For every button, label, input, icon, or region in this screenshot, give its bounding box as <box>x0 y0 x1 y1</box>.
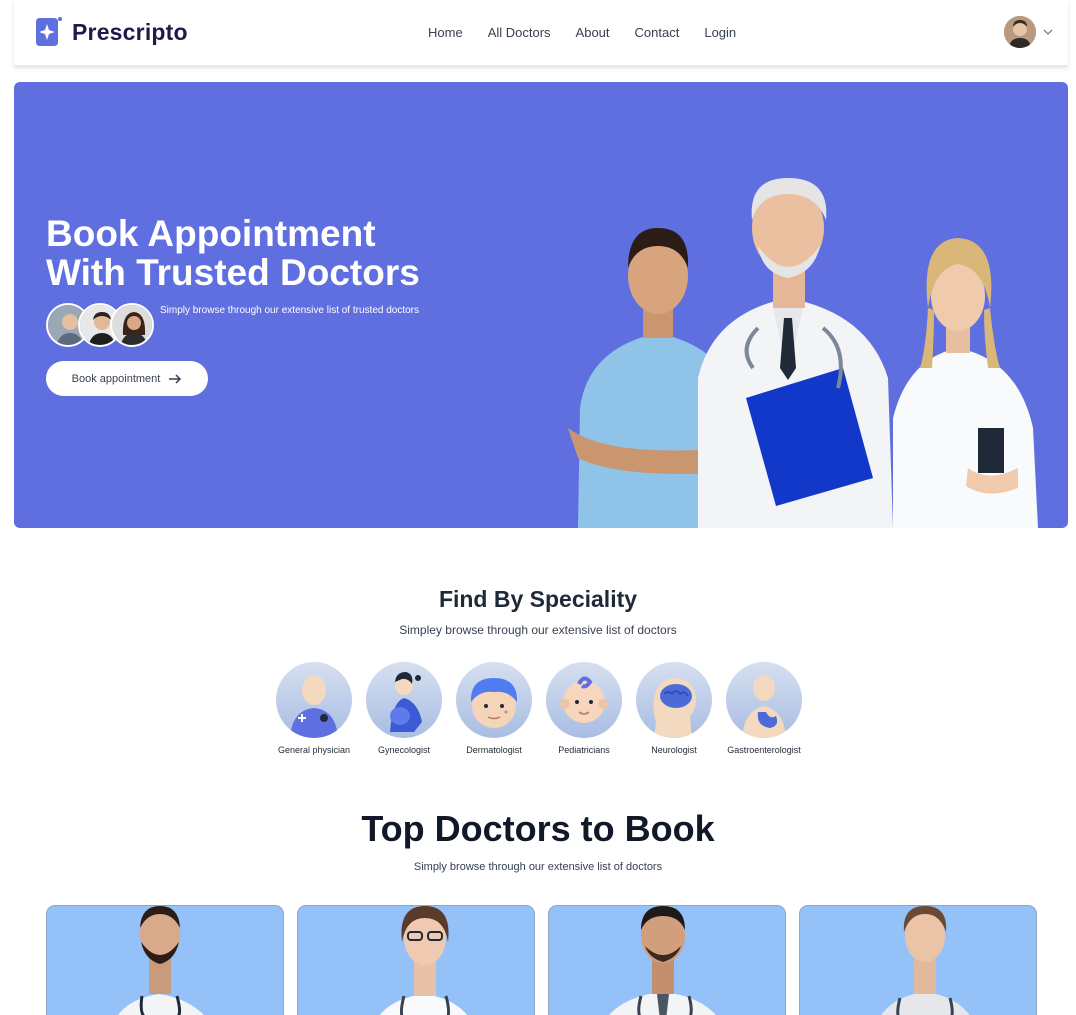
speciality-label: Gastroenterologist <box>727 745 801 755</box>
doctors-grid <box>46 905 1037 1015</box>
nav-about[interactable]: About <box>576 25 610 40</box>
gynecologist-icon <box>366 662 442 738</box>
speciality-gynecologist[interactable]: Gynecologist <box>366 662 442 755</box>
doctor-card[interactable] <box>297 905 535 1015</box>
book-appointment-label: Book appointment <box>71 372 161 385</box>
book-appointment-button[interactable]: Book appointment <box>46 361 208 396</box>
hero-doctors-image <box>568 178 1038 528</box>
nav-contact[interactable]: Contact <box>635 25 680 40</box>
top-doctors-subtitle: Simply browse through our extensive list… <box>413 861 663 873</box>
general-physician-icon <box>276 662 352 738</box>
dermatologist-icon <box>456 662 532 738</box>
speciality-general-physician[interactable]: General physician <box>276 662 352 755</box>
navbar: Prescripto Home All Doctors About Contac… <box>14 0 1068 66</box>
hero-banner: Book Appointment With Trusted Doctors Si… <box>14 82 1068 528</box>
doctor-card[interactable] <box>548 905 786 1015</box>
speciality-label: Dermatologist <box>466 745 522 755</box>
nav-login[interactable]: Login <box>704 25 736 40</box>
logo-icon <box>36 17 62 46</box>
gastroenterologist-icon <box>726 662 802 738</box>
profile-menu[interactable] <box>1004 16 1054 48</box>
brand-logo[interactable]: Prescripto <box>30 15 188 49</box>
speciality-gastroenterologist[interactable]: Gastroenterologist <box>726 662 802 755</box>
doctor-photo <box>609 906 716 1015</box>
brand-name: Prescripto <box>72 18 188 45</box>
speciality-subtitle: Simpley browse through our extensive lis… <box>399 623 677 637</box>
speciality-label: Gynecologist <box>377 745 431 755</box>
hero-group-avatars <box>46 303 154 347</box>
hero-title: Book Appointment With Trusted Doctors <box>46 214 420 292</box>
arrow-right-icon <box>169 373 182 384</box>
speciality-label: General physician <box>277 745 351 755</box>
hero-title-line2: With Trusted Doctors <box>46 252 420 293</box>
nav-all-doctors[interactable]: All Doctors <box>488 25 551 40</box>
doctor-photo <box>881 906 970 1015</box>
speciality-label: Pediatricians <box>558 745 610 755</box>
doctor-photo <box>379 906 468 1015</box>
group-avatar-3 <box>110 303 154 347</box>
speciality-neurologist[interactable]: Neurologist <box>636 662 712 755</box>
pediatricians-icon <box>546 662 622 738</box>
nav-home[interactable]: Home <box>428 25 463 40</box>
doctor-card[interactable] <box>799 905 1037 1015</box>
main-nav: Home All Doctors About Contact Login <box>428 25 736 40</box>
doctor-photo <box>118 906 204 1015</box>
chevron-down-icon <box>1043 29 1053 35</box>
speciality-list: General physician Gynecologist Dermatolo… <box>276 662 802 755</box>
avatar <box>1004 16 1036 48</box>
speciality-title: Find By Speciality <box>438 586 638 612</box>
hero-subtitle: Simply browse through our extensive list… <box>160 305 420 316</box>
speciality-pediatricians[interactable]: Pediatricians <box>546 662 622 755</box>
top-doctors-title: Top Doctors to Book <box>361 808 715 849</box>
neurologist-icon <box>636 662 712 738</box>
speciality-dermatologist[interactable]: Dermatologist <box>456 662 532 755</box>
hero-title-line1: Book Appointment <box>46 213 376 254</box>
speciality-label: Neurologist <box>651 745 697 755</box>
doctor-card[interactable] <box>46 905 284 1015</box>
